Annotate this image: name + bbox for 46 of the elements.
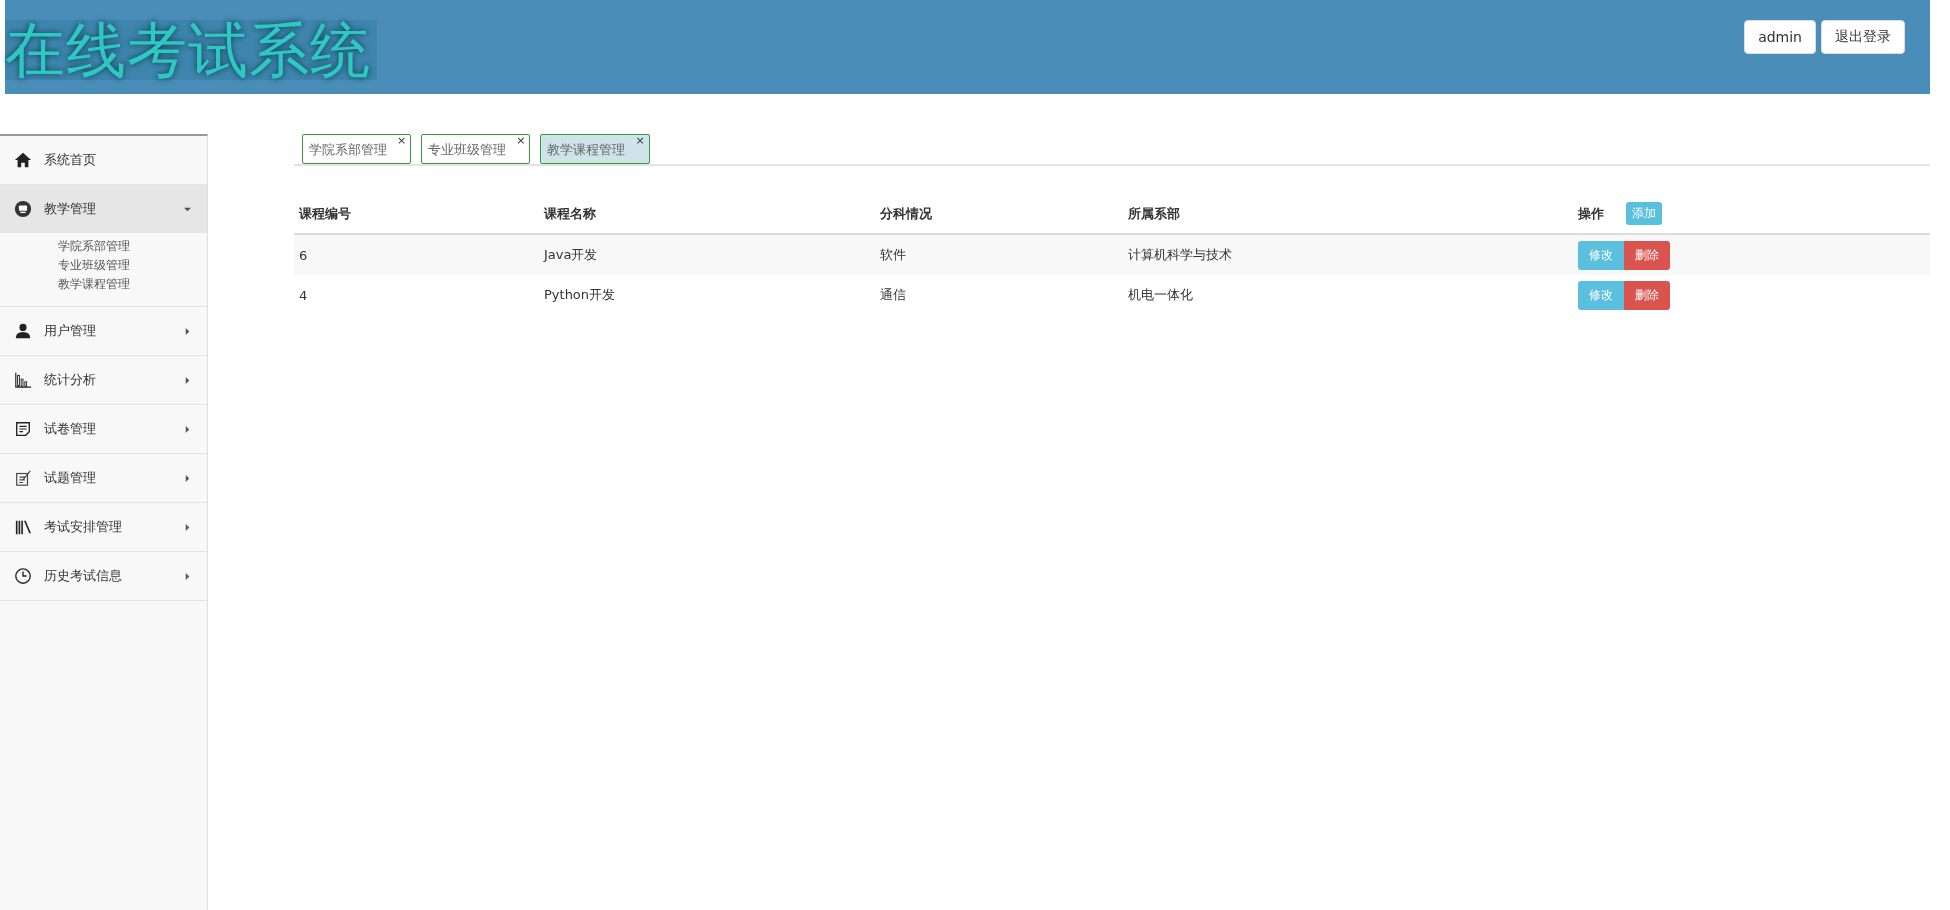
sidebar-item[interactable]: 统计分析 bbox=[0, 356, 207, 404]
delete-button[interactable]: 删除 bbox=[1624, 240, 1670, 270]
table-cell: 通信 bbox=[875, 275, 1123, 315]
close-icon[interactable]: × bbox=[635, 135, 645, 147]
tab[interactable]: 学院系部管理 × bbox=[302, 134, 412, 164]
logout-button[interactable]: 退出登录 bbox=[1821, 20, 1905, 54]
caret-icon bbox=[184, 474, 191, 482]
submenu-item[interactable]: 专业班级管理 bbox=[58, 256, 207, 275]
user-icon bbox=[14, 322, 32, 340]
sidebar-item[interactable]: 试题管理 bbox=[0, 454, 207, 502]
column-header: 操作 bbox=[1578, 204, 1604, 223]
caret-icon bbox=[184, 523, 191, 531]
sidebar-item[interactable]: 考试安排管理 bbox=[0, 503, 207, 551]
sidebar-item[interactable]: 教学管理 bbox=[0, 185, 207, 233]
sidebar-item[interactable]: 试卷管理 bbox=[0, 405, 207, 453]
books-icon bbox=[14, 518, 32, 536]
tab[interactable]: 专业班级管理 × bbox=[421, 134, 531, 164]
table-cell: Python开发 bbox=[539, 275, 875, 315]
delete-button[interactable]: 删除 bbox=[1624, 280, 1670, 310]
sidebar-item[interactable]: 用户管理 bbox=[0, 307, 207, 355]
submenu-item[interactable]: 教学课程管理 bbox=[58, 275, 207, 294]
caret-icon bbox=[184, 327, 191, 335]
caret-icon bbox=[184, 572, 191, 580]
user-button[interactable]: admin bbox=[1744, 20, 1816, 54]
caret-icon bbox=[184, 205, 191, 213]
caret-icon bbox=[184, 425, 191, 433]
sidebar-item[interactable]: 历史考试信息 bbox=[0, 552, 207, 600]
tab[interactable]: 教学课程管理 × bbox=[540, 134, 650, 164]
submenu-item[interactable]: 学院系部管理 bbox=[58, 237, 207, 256]
document-icon bbox=[14, 420, 32, 438]
close-icon[interactable]: × bbox=[516, 135, 526, 147]
table-cell: 4 bbox=[294, 275, 539, 315]
table-cell: 6 bbox=[294, 234, 539, 275]
table-cell: 机电一体化 bbox=[1123, 275, 1573, 315]
sidebar-item[interactable]: 系统首页 bbox=[0, 136, 207, 184]
table-cell: 软件 bbox=[875, 234, 1123, 275]
monitor-icon bbox=[14, 200, 32, 218]
paper-pen-icon bbox=[14, 469, 32, 487]
close-icon[interactable]: × bbox=[397, 135, 407, 147]
table-cell: 计算机科学与技术 bbox=[1123, 234, 1573, 275]
home-icon bbox=[14, 151, 32, 169]
app-title: 在线考试系统 bbox=[5, 20, 377, 80]
caret-icon bbox=[184, 376, 191, 384]
clock-icon bbox=[14, 567, 32, 585]
table-cell: Java开发 bbox=[539, 234, 875, 275]
bar-chart-icon bbox=[14, 371, 32, 389]
